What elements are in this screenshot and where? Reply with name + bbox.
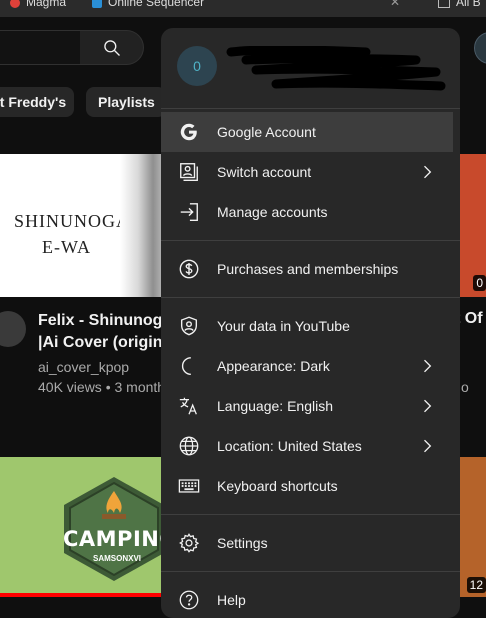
keyboard-icon (177, 474, 201, 498)
tab-grid-icon (438, 0, 450, 8)
menu-item-language[interactable]: Language: English (161, 386, 453, 426)
dollar-icon (177, 257, 201, 281)
menu-item-appearance[interactable]: Appearance: Dark (161, 346, 453, 386)
menu-item-google-account[interactable]: Google Account (161, 112, 453, 152)
thumbnail-text: SHINUNOGA E-WA (14, 211, 130, 257)
video-duration: 0 (473, 275, 486, 291)
chip-freddys[interactable]: at Freddy's (0, 87, 74, 117)
menu-item-location[interactable]: Location: United States (161, 426, 453, 466)
video-channel-name[interactable]: ai_cover_kpop (38, 359, 129, 375)
magma-favicon-icon (10, 0, 20, 8)
moon-icon (177, 354, 201, 378)
translate-icon (177, 394, 201, 418)
menu-item-switch-account[interactable]: Switch account (161, 152, 453, 192)
watch-progress-bar (0, 593, 175, 597)
video-thumbnail-camping[interactable]: CAMPING SAMSONXVI (0, 457, 175, 597)
account-menu: 0 Google Account Switch account Manage a… (161, 28, 460, 618)
browser-tab-all[interactable]: All B (438, 0, 481, 9)
menu-divider (161, 240, 460, 241)
menu-divider (161, 297, 460, 298)
shield-user-icon (177, 314, 201, 338)
chip-playlists[interactable]: Playlists (86, 87, 166, 117)
sequencer-favicon-icon (92, 0, 102, 8)
video-title[interactable]: Felix - Shinunoga |Ai Cover (origina (38, 310, 168, 354)
video-thumbnail-shinunoga[interactable]: SHINUNOGA E-WA (0, 154, 175, 297)
chevron-right-icon (424, 439, 432, 453)
video-stats: 40K views • 3 month (38, 379, 166, 395)
channel-avatar[interactable] (0, 311, 26, 347)
menu-item-your-data[interactable]: Your data in YouTube (161, 306, 453, 346)
browser-tab-magma[interactable]: Magma (10, 0, 66, 9)
menu-item-settings[interactable]: Settings (161, 523, 453, 563)
browser-tab-online-sequencer[interactable]: Online Sequencer (92, 0, 204, 9)
search-input[interactable] (0, 30, 81, 65)
account-menu-header: 0 (161, 28, 460, 108)
manage-accounts-icon (177, 200, 201, 224)
chevron-right-icon (424, 359, 432, 373)
video-duration: 12 (466, 577, 486, 593)
video-meta-right: o (461, 379, 469, 395)
gear-icon (177, 531, 201, 555)
account-avatar-button[interactable] (474, 32, 486, 64)
redacted-account-name (226, 46, 446, 91)
menu-divider (161, 514, 460, 515)
chevron-right-icon (424, 165, 432, 179)
menu-item-purchases[interactable]: Purchases and memberships (161, 249, 453, 289)
browser-tab-strip: Magma Online Sequencer ✕ All B (0, 0, 486, 17)
menu-divider (161, 571, 460, 572)
globe-icon (177, 434, 201, 458)
google-icon (177, 120, 201, 144)
help-icon (177, 588, 201, 612)
browser-tab-close-icon[interactable]: ✕ (390, 0, 400, 9)
search-icon (103, 39, 120, 56)
account-avatar: 0 (177, 46, 217, 86)
search-button[interactable] (80, 30, 144, 65)
menu-divider (161, 108, 460, 109)
menu-item-help[interactable]: Help (161, 580, 453, 618)
switch-account-icon (177, 160, 201, 184)
menu-item-manage-accounts[interactable]: Manage accounts (161, 192, 453, 232)
menu-item-keyboard-shortcuts[interactable]: Keyboard shortcuts (161, 466, 453, 506)
chevron-right-icon (424, 399, 432, 413)
